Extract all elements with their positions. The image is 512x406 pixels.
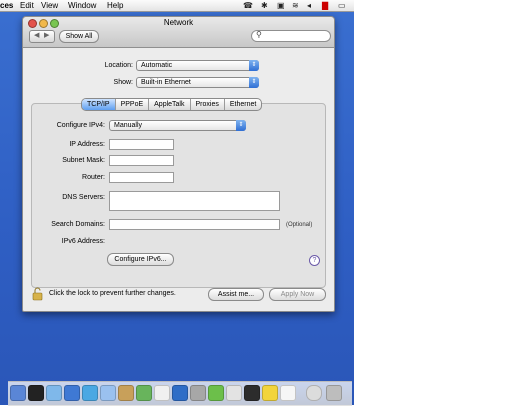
display-icon[interactable]: ▣: [277, 1, 285, 10]
menu-window[interactable]: Window: [68, 1, 96, 10]
search-domains-field[interactable]: [109, 219, 280, 230]
menu-view[interactable]: View: [41, 1, 58, 10]
itunes-icon[interactable]: [118, 385, 134, 401]
show-popup[interactable]: Built-in Ethernet ⇕: [136, 77, 259, 88]
ip-address-label: IP Address:: [69, 141, 105, 148]
menu-edit[interactable]: Edit: [20, 1, 34, 10]
assist-me-button[interactable]: Assist me...: [208, 288, 264, 301]
search-icon: ⚲: [256, 30, 262, 39]
show-label: Show:: [113, 79, 133, 86]
popup-arrows-icon: ⇕: [249, 60, 259, 71]
lock-icon[interactable]: [32, 287, 43, 301]
finder-icon[interactable]: [10, 385, 26, 401]
location-value: Automatic: [141, 62, 173, 69]
dashboard-icon[interactable]: [28, 385, 44, 401]
popup-arrows-icon: ⇕: [249, 77, 259, 88]
tab-bar: TCP/IP PPPoE AppleTalk Proxies Ethernet: [81, 98, 263, 111]
configure-ipv4-popup[interactable]: Manually ⇕: [109, 120, 246, 131]
subnet-mask-label: Subnet Mask:: [62, 157, 105, 164]
router-label: Router:: [82, 174, 105, 181]
wifi-icon[interactable]: ≋: [292, 1, 299, 10]
volume-icon[interactable]: ◂: [307, 1, 311, 10]
terminal-icon[interactable]: [208, 385, 224, 401]
tab-ethernet[interactable]: Ethernet: [225, 99, 261, 110]
app-menu[interactable]: ces: [0, 1, 13, 10]
battery-icon[interactable]: ▭: [338, 1, 346, 10]
search-domains-label: Search Domains:: [51, 221, 105, 228]
search-input[interactable]: ⚲: [251, 30, 331, 42]
window-titlebar: Network ◀ ▶ Show All ⚲: [23, 17, 334, 48]
back-forward-control: ◀ ▶: [29, 30, 55, 43]
lock-instruction-text: Click the lock to prevent further change…: [49, 290, 176, 297]
tab-pppoe[interactable]: PPPoE: [116, 99, 150, 110]
optional-note: (Optional): [286, 222, 313, 228]
ip-address-field[interactable]: [109, 139, 174, 150]
ipv6-address-label: IPv6 Address:: [61, 238, 105, 245]
configure-ipv4-label: Configure IPv4:: [56, 122, 105, 129]
show-value: Built-in Ethernet: [141, 79, 191, 86]
phone-icon[interactable]: ☎: [243, 1, 253, 10]
configure-ipv6-button[interactable]: Configure IPv6...: [107, 253, 174, 266]
notes-icon[interactable]: [280, 385, 296, 401]
mail-icon[interactable]: [46, 385, 62, 401]
dns-servers-label: DNS Servers:: [62, 194, 105, 201]
flag-icon[interactable]: ▇: [322, 1, 328, 10]
trash-icon[interactable]: [326, 385, 342, 401]
quicktime-icon[interactable]: [154, 385, 170, 401]
back-icon[interactable]: ◀: [34, 31, 39, 39]
textedit-icon[interactable]: [226, 385, 242, 401]
bluetooth-icon[interactable]: ✱: [261, 1, 268, 10]
menu-help[interactable]: Help: [107, 1, 123, 10]
subnet-mask-field[interactable]: [109, 155, 174, 166]
network-window: Network ◀ ▶ Show All ⚲ Location: Automat…: [22, 16, 335, 312]
stickies-icon[interactable]: [262, 385, 278, 401]
router-field[interactable]: [109, 172, 174, 183]
ichat-icon[interactable]: [82, 385, 98, 401]
safari-icon[interactable]: [64, 385, 80, 401]
system-preferences-icon[interactable]: [172, 385, 188, 401]
forward-icon[interactable]: ▶: [44, 31, 49, 39]
apply-now-button[interactable]: Apply Now: [269, 288, 326, 301]
configure-ipv4-value: Manually: [114, 122, 143, 129]
ical-icon[interactable]: [136, 385, 152, 401]
dock: [8, 381, 352, 406]
help-icon[interactable]: ?: [309, 255, 320, 266]
tab-proxies[interactable]: Proxies: [191, 99, 225, 110]
tab-tcpip[interactable]: TCP/IP: [82, 99, 116, 110]
network-utility-icon[interactable]: [190, 385, 206, 401]
tab-appletalk[interactable]: AppleTalk: [149, 99, 191, 110]
location-popup[interactable]: Automatic ⇕: [136, 60, 259, 71]
dns-servers-field[interactable]: [109, 191, 280, 211]
show-all-button[interactable]: Show All: [59, 30, 99, 43]
address-book-icon[interactable]: [100, 385, 116, 401]
downloads-icon[interactable]: [306, 385, 322, 401]
location-label: Location:: [104, 62, 133, 69]
menu-bar: ces Edit View Window Help ☎ ✱ ▣ ≋ ◂ ▇ ▭: [0, 0, 354, 12]
popup-arrows-icon: ⇕: [236, 120, 246, 131]
preview-icon[interactable]: [244, 385, 260, 401]
window-title: Network: [163, 18, 194, 27]
